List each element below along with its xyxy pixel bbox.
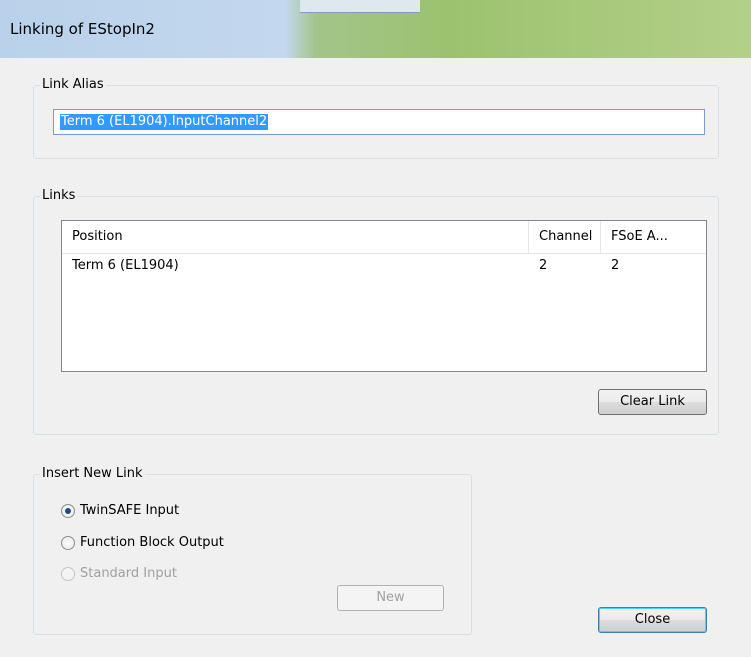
cell-position: Term 6 (EL1904) <box>72 258 179 273</box>
title-bar: Linking of EStopIn2 <box>0 0 751 58</box>
radio-label: TwinSAFE Input <box>80 503 180 518</box>
column-header-channel[interactable]: Channel <box>529 221 601 253</box>
radio-selected-icon <box>61 504 75 518</box>
clear-link-button[interactable]: Clear Link <box>598 389 707 415</box>
links-list[interactable]: Position Channel FSoE A... Term 6 (EL190… <box>61 220 707 372</box>
cell-channel: 2 <box>539 258 548 273</box>
links-list-header: Position Channel FSoE A... <box>62 221 706 254</box>
background-window-strip <box>300 0 420 13</box>
table-row[interactable]: Term 6 (EL1904) 2 2 <box>62 254 706 278</box>
close-button[interactable]: Close <box>598 607 707 633</box>
radio-label: Standard Input <box>80 566 177 581</box>
link-alias-value: Term 6 (EL1904).InputChannel2 <box>60 114 269 130</box>
link-alias-input[interactable]: Term 6 (EL1904).InputChannel2 <box>53 109 705 135</box>
insert-new-link-legend: Insert New Link <box>40 466 145 481</box>
window-title: Linking of EStopIn2 <box>10 20 155 38</box>
links-legend: Links <box>40 188 78 203</box>
column-header-position[interactable]: Position <box>62 221 529 253</box>
radio-label: Function Block Output <box>80 535 224 550</box>
cell-fsoe-address: 2 <box>611 258 620 273</box>
link-alias-legend: Link Alias <box>40 77 106 92</box>
new-button: New <box>337 585 444 611</box>
radio-unselected-icon <box>61 536 75 550</box>
radio-disabled-icon <box>61 567 75 581</box>
column-header-fsoe-address[interactable]: FSoE A... <box>601 221 706 253</box>
